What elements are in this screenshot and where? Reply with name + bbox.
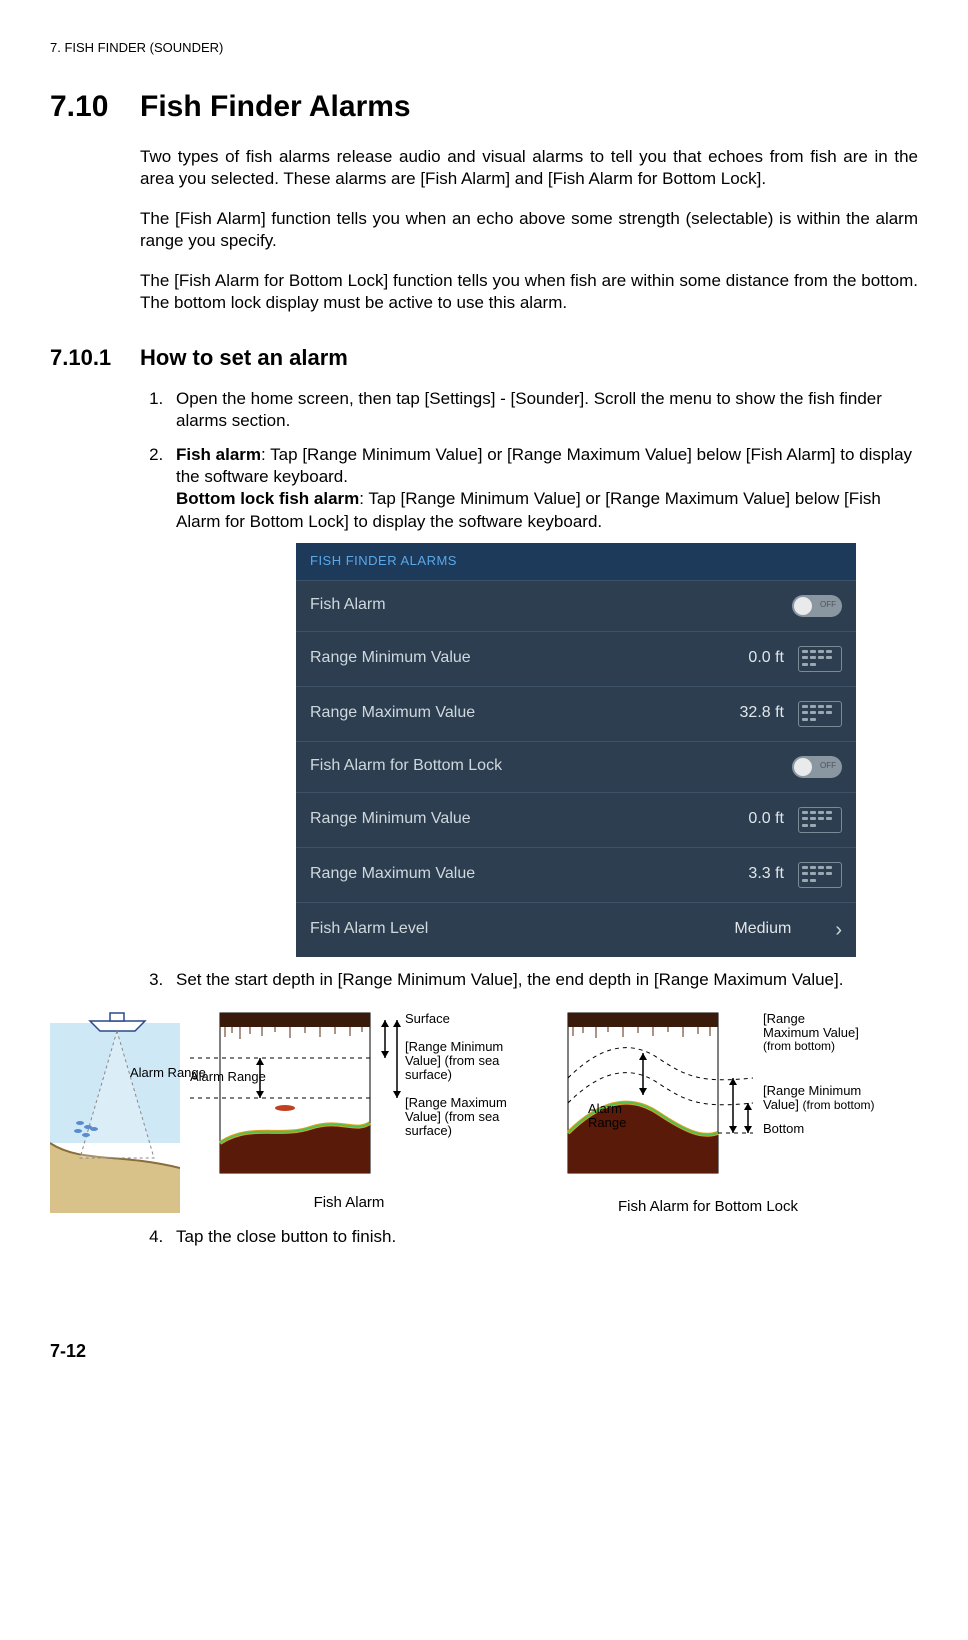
section-title: Fish Finder Alarms [140,87,411,126]
step-2a-label: Fish alarm [176,445,261,464]
intro-paragraph-3: The [Fish Alarm for Bottom Lock] functio… [140,270,918,314]
ship-sonar-illustration [50,1003,180,1213]
svg-text:[RangeMaximum Value](from bott: [RangeMaximum Value](from bottom) [763,1011,859,1053]
intro-paragraph-2: The [Fish Alarm] function tells you when… [140,208,918,252]
row-fish-alarm[interactable]: Fish Alarm OFF [296,580,856,631]
row-value: Medium [734,919,791,940]
row-label: Fish Alarm [310,595,386,616]
section-number: 7.10 [50,87,140,126]
row-label: Fish Alarm Level [310,919,428,940]
toggle-off-icon[interactable]: OFF [792,595,842,617]
keypad-icon[interactable] [798,862,842,888]
svg-text:[Range MinimumValue] (from sea: [Range MinimumValue] (from seasurface) [405,1039,503,1082]
page-number: 7-12 [50,1340,86,1363]
diagram-row: Surface [Range MinimumValue] (from seasu… [50,1003,918,1217]
svg-text:AlarmRange: AlarmRange [588,1101,626,1130]
row-label: Range Maximum Value [310,864,475,885]
svg-text:[Range MaximumValue] (from sea: [Range MaximumValue] (from seasurface) [405,1095,507,1138]
row-value: 0.0 ft [748,648,784,669]
chevron-right-icon: › [835,917,842,943]
row-value: 32.8 ft [740,703,784,724]
row-range-min-2[interactable]: Range Minimum Value 0.0 ft [296,792,856,847]
panel-header: FISH FINDER ALARMS [296,543,856,580]
row-label: Range Minimum Value [310,648,471,669]
row-range-max-1[interactable]: Range Maximum Value 32.8 ft [296,686,856,741]
subsection-row: 7.10.1 How to set an alarm [50,344,918,373]
row-value: 0.0 ft [748,809,784,830]
fish-alarm-bottom-lock-diagram: [RangeMaximum Value](from bottom) [Range… [558,1003,918,1217]
keypad-icon[interactable] [798,646,842,672]
row-label: Range Maximum Value [310,703,475,724]
svg-text:Bottom: Bottom [763,1121,804,1136]
subsection-title: How to set an alarm [140,344,348,373]
page-header: 7. FISH FINDER (SOUNDER) [50,40,918,57]
steps-list-cont: Tap the close button to finish. [140,1226,918,1248]
step-2: Fish alarm: Tap [Range Minimum Value] or… [168,444,918,956]
fish-alarm-settings-panel: FISH FINDER ALARMS Fish Alarm OFF Range … [296,543,856,957]
intro-paragraph-1: Two types of fish alarms release audio a… [140,146,918,190]
row-value: 3.3 ft [748,864,784,885]
row-range-max-2[interactable]: Range Maximum Value 3.3 ft [296,847,856,902]
section-title-row: 7.10 Fish Finder Alarms [50,87,918,126]
label-alarm-range: Alarm Range [130,1065,210,1082]
row-label: Range Minimum Value [310,809,471,830]
svg-text:[Range MinimumValue] (from bot: [Range MinimumValue] (from bottom) [763,1083,875,1112]
row-range-min-1[interactable]: Range Minimum Value 0.0 ft [296,631,856,686]
toggle-off-icon[interactable]: OFF [792,756,842,778]
step-2b-label: Bottom lock fish alarm [176,489,359,508]
keypad-icon[interactable] [798,807,842,833]
row-fish-alarm-bottom-lock[interactable]: Fish Alarm for Bottom Lock OFF [296,741,856,792]
step-4: Tap the close button to finish. [168,1226,918,1248]
fish-alarm-bl-caption: Fish Alarm for Bottom Lock [498,1197,918,1217]
step-2a-text: : Tap [Range Minimum Value] or [Range Ma… [176,445,912,486]
subsection-number: 7.10.1 [50,344,140,373]
row-label: Fish Alarm for Bottom Lock [310,756,502,777]
step-3: Set the start depth in [Range Minimum Va… [168,969,918,991]
keypad-icon[interactable] [798,701,842,727]
steps-list: Open the home screen, then tap [Settings… [140,388,918,991]
row-fish-alarm-level[interactable]: Fish Alarm Level Medium › [296,902,856,957]
step-1: Open the home screen, then tap [Settings… [168,388,918,432]
fish-alarm-diagram: Surface [Range MinimumValue] (from seasu… [190,1003,548,1213]
label-surface: Surface [405,1011,450,1026]
fish-alarm-caption: Fish Alarm [150,1193,548,1213]
